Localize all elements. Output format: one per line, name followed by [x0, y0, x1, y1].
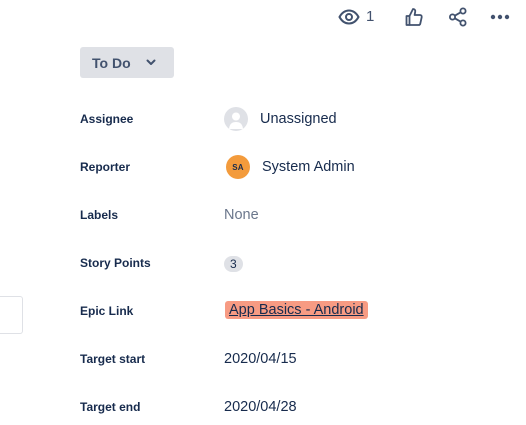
target-start-label: Target start: [80, 352, 146, 366]
avatar: SA: [226, 155, 250, 179]
status-dropdown-button[interactable]: To Do: [80, 47, 174, 78]
thumbs-up-icon[interactable]: [403, 6, 425, 28]
story-points-badge: 3: [224, 256, 243, 272]
assignee-value: Unassigned: [260, 111, 337, 127]
target-end-label: Target end: [80, 400, 141, 414]
share-icon[interactable]: [447, 6, 469, 28]
avatar-unassigned-icon: [224, 107, 248, 131]
eye-icon[interactable]: [338, 6, 360, 28]
target-end-value: 2020/04/28: [224, 399, 297, 415]
reporter-field[interactable]: SA System Admin: [224, 155, 355, 179]
issue-details-panel: 1 To Do Assignee Unassigned Reporter SA …: [0, 0, 526, 425]
labels-label: Labels: [80, 208, 119, 222]
epic-link-field[interactable]: App Basics - Android: [224, 301, 368, 319]
more-horizontal-icon[interactable]: [489, 6, 511, 28]
assignee-label: Assignee: [80, 112, 134, 126]
reporter-value: System Admin: [262, 159, 355, 175]
target-end-field[interactable]: 2020/04/28: [224, 399, 297, 415]
assignee-field[interactable]: Unassigned: [224, 107, 337, 131]
chevron-down-icon: [146, 59, 156, 66]
story-points-field[interactable]: 3: [224, 256, 243, 272]
story-points-label: Story Points: [80, 256, 151, 270]
watch-count[interactable]: 1: [366, 8, 374, 25]
labels-value: None: [224, 207, 259, 223]
reporter-label: Reporter: [80, 160, 131, 174]
target-start-value: 2020/04/15: [224, 351, 297, 367]
target-start-field[interactable]: 2020/04/15: [224, 351, 297, 367]
status-label: To Do: [92, 54, 131, 71]
epic-link-lozenge[interactable]: App Basics - Android: [225, 301, 368, 319]
labels-field[interactable]: None: [224, 207, 259, 223]
epic-link-label: Epic Link: [80, 304, 134, 318]
left-panel-edge: [0, 296, 23, 334]
